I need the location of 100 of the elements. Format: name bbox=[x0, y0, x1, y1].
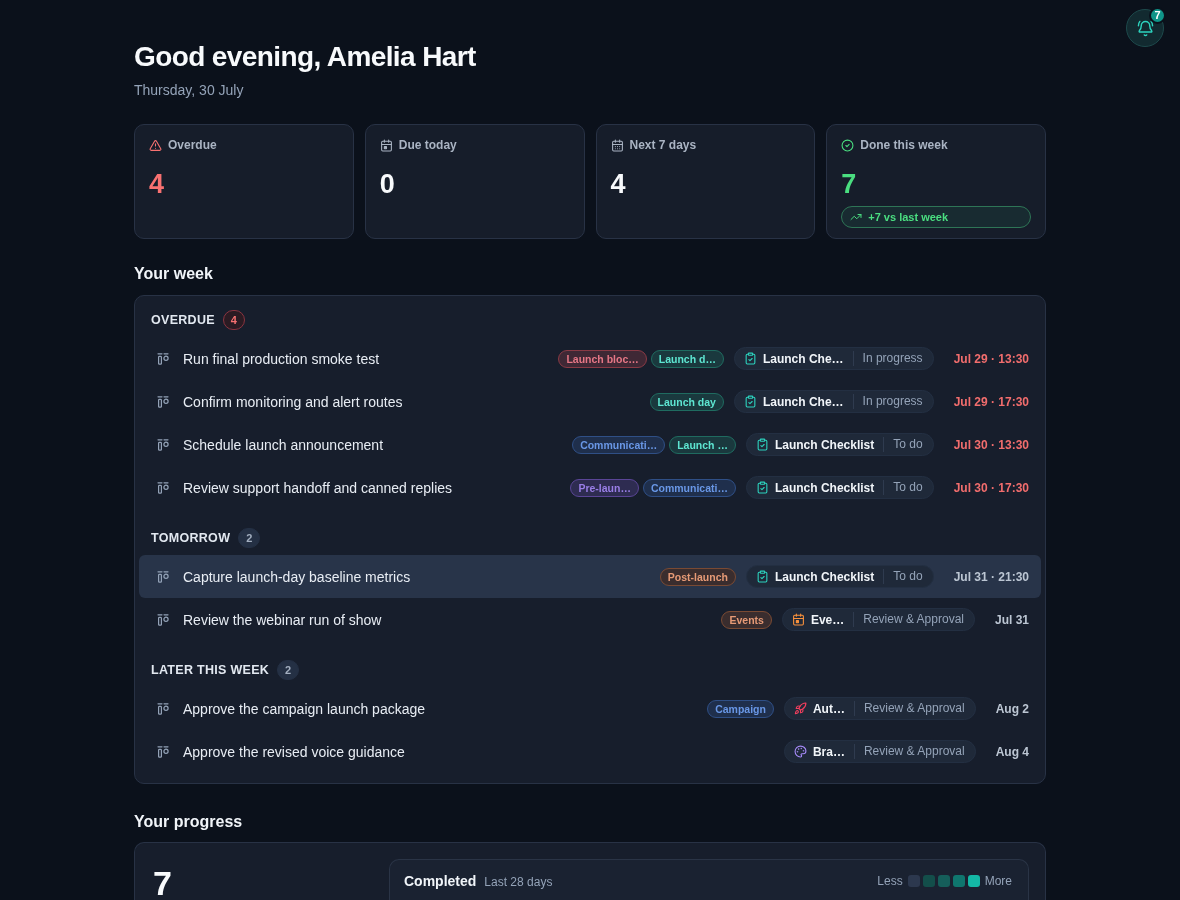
project-status: Review & Approval bbox=[853, 701, 965, 716]
project-name: Bra… bbox=[812, 744, 845, 759]
count-badge: 4 bbox=[222, 310, 245, 330]
project-name: Eve… bbox=[810, 612, 845, 627]
project-chip[interactable]: Bra… Review & Approval bbox=[783, 740, 976, 763]
due-date: Jul 29 · 17:30 bbox=[953, 394, 1029, 409]
project-status: To do bbox=[883, 437, 923, 452]
project-chip[interactable]: Aut… Review & Approval bbox=[783, 697, 976, 720]
group-label: OVERDUE bbox=[151, 312, 215, 329]
tag: Pre-laun… bbox=[570, 478, 639, 497]
project-chip[interactable]: Launch Checklist To do bbox=[745, 433, 934, 456]
clipboard-check-icon bbox=[743, 395, 757, 408]
tag: Launch … bbox=[669, 435, 736, 454]
section-heading: Your progress bbox=[134, 812, 243, 832]
stat-label: Done this week bbox=[860, 138, 948, 152]
activity-title: Completed bbox=[404, 872, 477, 890]
stat-value: 7 bbox=[841, 168, 857, 200]
task-icon bbox=[157, 745, 169, 758]
task-title: Approve the campaign launch package bbox=[183, 700, 426, 717]
project-chip[interactable]: Launch Che… In progress bbox=[733, 347, 934, 370]
stat-value: 0 bbox=[379, 168, 395, 200]
task-icon bbox=[157, 352, 169, 365]
completed-total: 7 bbox=[153, 865, 172, 900]
project-chip[interactable]: Launch Checklist To do bbox=[745, 565, 934, 588]
legend-swatch-icon bbox=[952, 875, 965, 887]
task-icon bbox=[157, 570, 169, 583]
project-status: To do bbox=[883, 569, 923, 584]
calendar-icon bbox=[379, 138, 393, 152]
task-row[interactable]: Approve the campaign launch package Campaign Aut… Review & Approval Aug 2 bbox=[139, 687, 1041, 730]
section-heading: Your week bbox=[134, 264, 213, 284]
task-icon bbox=[157, 438, 169, 451]
due-date: Jul 31 bbox=[994, 612, 1029, 627]
trend-text: +7 vs last week bbox=[868, 211, 949, 223]
tag: Communicati… bbox=[572, 435, 666, 454]
due-date: Jul 30 · 17:30 bbox=[953, 480, 1029, 495]
project-status: Review & Approval bbox=[853, 612, 964, 627]
page-title: Good evening, Amelia Hart bbox=[134, 40, 476, 74]
tag: Post-launch bbox=[659, 567, 736, 586]
project-chip[interactable]: Launch Che… In progress bbox=[733, 390, 934, 413]
task-title: Confirm monitoring and alert routes bbox=[183, 393, 403, 410]
task-row[interactable]: Schedule launch announcement Communicati… Launch … Launch Checklist To do Jul 30 · 13:30 bbox=[139, 423, 1041, 466]
notifications-button[interactable]: 7 bbox=[1126, 9, 1164, 47]
task-icon bbox=[157, 702, 169, 715]
clipboard-check-icon bbox=[743, 352, 757, 365]
stat-label: Overdue bbox=[168, 138, 217, 152]
project-name: Launch Che… bbox=[762, 394, 844, 409]
due-date: Jul 30 · 13:30 bbox=[953, 437, 1029, 452]
task-row[interactable]: Confirm monitoring and alert routes Launch day Launch Che… In progress Jul 29 · 17:30 bbox=[139, 380, 1041, 423]
task-icon bbox=[157, 613, 169, 626]
clipboard-check-icon bbox=[755, 438, 769, 451]
project-status: In progress bbox=[852, 394, 923, 409]
task-icon bbox=[157, 395, 169, 408]
group-label: TOMORROW bbox=[151, 530, 231, 547]
bell-icon bbox=[1136, 19, 1154, 37]
clipboard-check-icon bbox=[755, 570, 769, 583]
legend-label: More bbox=[984, 874, 1012, 888]
stat-label: Due today bbox=[398, 138, 457, 152]
tag: Launch bloc… bbox=[558, 349, 647, 368]
task-title: Review the webinar run of show bbox=[183, 611, 382, 628]
tag: Campaign bbox=[707, 699, 774, 718]
tag: Communicati… bbox=[642, 478, 736, 497]
project-status: In progress bbox=[852, 351, 923, 366]
task-row[interactable]: Review support handoff and canned replies Pre-laun… Communicati… Launch Checklist To do Jul 30 · 17:30 bbox=[139, 466, 1041, 509]
stat-value: 4 bbox=[149, 168, 165, 200]
count-badge: 2 bbox=[277, 660, 300, 680]
warning-icon bbox=[149, 138, 162, 152]
legend-swatch-icon bbox=[907, 875, 920, 887]
due-date: Jul 31 · 21:30 bbox=[953, 569, 1029, 584]
task-title: Review support handoff and canned replies bbox=[183, 479, 453, 496]
legend-swatch-icon bbox=[922, 875, 935, 887]
project-status: Review & Approval bbox=[853, 744, 965, 759]
tag: Events bbox=[721, 610, 772, 629]
project-name: Launch Checklist bbox=[774, 437, 875, 452]
project-status: To do bbox=[883, 480, 923, 495]
due-date: Aug 2 bbox=[995, 701, 1029, 716]
legend-swatch-icon bbox=[937, 875, 950, 887]
task-row[interactable]: Run final production smoke test Launch bloc… Launch d… Launch Che… In progress Jul 29 · 13:30 bbox=[139, 337, 1041, 380]
project-name: Launch Checklist bbox=[774, 480, 875, 495]
legend-swatch-icon bbox=[967, 875, 980, 887]
task-row[interactable]: Approve the revised voice guidance Bra… Review & Approval Aug 4 bbox=[139, 730, 1041, 773]
stat-label: Next 7 days bbox=[629, 138, 697, 152]
due-date: Aug 4 bbox=[995, 744, 1029, 759]
group-label: LATER THIS WEEK bbox=[151, 662, 270, 679]
legend-label: Less bbox=[877, 874, 903, 888]
rocket-icon bbox=[793, 702, 807, 715]
project-name: Aut… bbox=[812, 701, 845, 716]
task-row[interactable]: Review the webinar run of show Events Eve… Review & Approval Jul 31 bbox=[139, 598, 1041, 641]
project-name: Launch Checklist bbox=[774, 569, 875, 584]
calendar-icon bbox=[610, 138, 624, 152]
task-title: Schedule launch announcement bbox=[183, 436, 384, 453]
task-title: Approve the revised voice guidance bbox=[183, 743, 405, 760]
palette-icon bbox=[793, 745, 807, 758]
trending-up-icon bbox=[850, 211, 863, 223]
project-chip[interactable]: Eve… Review & Approval bbox=[781, 608, 975, 631]
due-date: Jul 29 · 13:30 bbox=[953, 351, 1029, 366]
activity-period: Last 28 days bbox=[484, 875, 553, 889]
project-chip[interactable]: Launch Checklist To do bbox=[745, 476, 934, 499]
task-row[interactable]: Capture launch-day baseline metrics Post-launch Launch Checklist To do Jul 31 · 21:30 bbox=[139, 555, 1041, 598]
calendar-icon bbox=[791, 613, 805, 626]
stat-value: 4 bbox=[610, 168, 626, 200]
